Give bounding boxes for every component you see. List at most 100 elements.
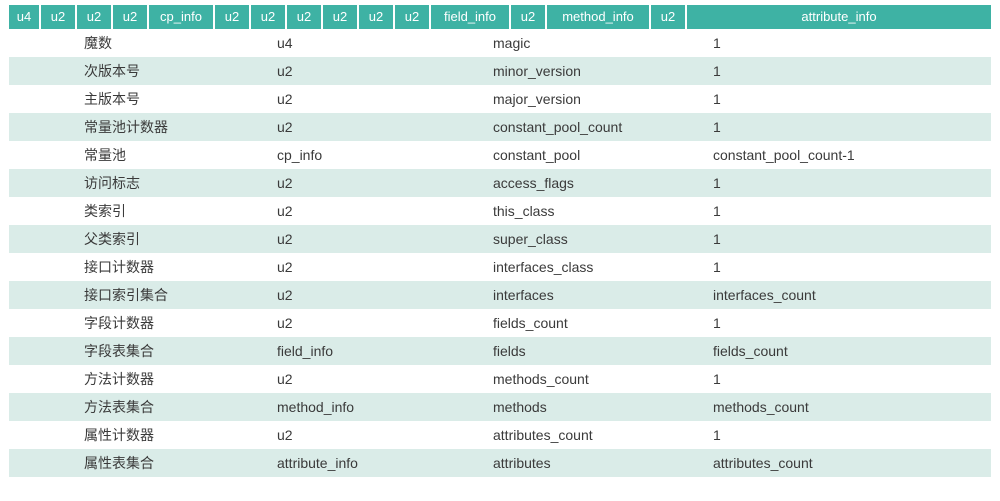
row-type: u2: [277, 309, 493, 337]
row-type: u2: [277, 57, 493, 85]
row-gutter: [9, 421, 84, 449]
header-cell: u2: [215, 5, 251, 29]
row-type: u2: [277, 113, 493, 141]
header-cell: u2: [511, 5, 547, 29]
row-gutter: [9, 225, 84, 253]
header-strip: u4u2u2u2cp_infou2u2u2u2u2u2field_infou2m…: [9, 5, 991, 29]
table-row: 字段计数器u2fields_count1: [9, 309, 991, 337]
row-count: 1: [713, 225, 991, 253]
row-field: interfaces_class: [493, 253, 713, 281]
header-cell: u2: [77, 5, 113, 29]
row-type: attribute_info: [277, 449, 493, 477]
row-type: u2: [277, 85, 493, 113]
row-name-cn: 接口计数器: [84, 253, 277, 281]
row-name-cn: 接口索引集合: [84, 281, 277, 309]
row-field: this_class: [493, 197, 713, 225]
row-gutter: [9, 253, 84, 281]
row-field: attributes: [493, 449, 713, 477]
classfile-table: 魔数u4magic1次版本号u2minor_version1主版本号u2majo…: [9, 29, 991, 477]
header-cell: u2: [651, 5, 687, 29]
row-count: 1: [713, 57, 991, 85]
table-row: 访问标志u2access_flags1: [9, 169, 991, 197]
table-row: 属性计数器u2attributes_count1: [9, 421, 991, 449]
table-row: 父类索引u2super_class1: [9, 225, 991, 253]
header-cell: u2: [251, 5, 287, 29]
row-name-cn: 主版本号: [84, 85, 277, 113]
row-count: constant_pool_count-1: [713, 141, 991, 169]
header-cell: u2: [41, 5, 77, 29]
header-cell: u2: [287, 5, 323, 29]
row-count: fields_count: [713, 337, 991, 365]
table-row: 主版本号u2major_version1: [9, 85, 991, 113]
row-field: constant_pool_count: [493, 113, 713, 141]
table-row: 接口索引集合u2interfacesinterfaces_count: [9, 281, 991, 309]
row-type: u2: [277, 225, 493, 253]
row-field: minor_version: [493, 57, 713, 85]
header-cell: field_info: [431, 5, 511, 29]
table-row: 常量池计数器u2constant_pool_count1: [9, 113, 991, 141]
row-count: 1: [713, 29, 991, 57]
row-name-cn: 字段表集合: [84, 337, 277, 365]
row-field: major_version: [493, 85, 713, 113]
page-root: u4u2u2u2cp_infou2u2u2u2u2u2field_infou2m…: [0, 0, 1000, 482]
table-row: 方法计数器u2methods_count1: [9, 365, 991, 393]
header-cell: u2: [395, 5, 431, 29]
header-cell: u2: [359, 5, 395, 29]
row-count: methods_count: [713, 393, 991, 421]
row-gutter: [9, 197, 84, 225]
row-field: constant_pool: [493, 141, 713, 169]
row-count: 1: [713, 253, 991, 281]
row-gutter: [9, 57, 84, 85]
row-count: interfaces_count: [713, 281, 991, 309]
row-field: fields: [493, 337, 713, 365]
table-row: 类索引u2this_class1: [9, 197, 991, 225]
row-count: 1: [713, 113, 991, 141]
row-name-cn: 父类索引: [84, 225, 277, 253]
row-field: methods_count: [493, 365, 713, 393]
row-gutter: [9, 29, 84, 57]
header-cell: u4: [9, 5, 41, 29]
row-field: methods: [493, 393, 713, 421]
row-field: access_flags: [493, 169, 713, 197]
row-name-cn: 类索引: [84, 197, 277, 225]
row-name-cn: 访问标志: [84, 169, 277, 197]
row-gutter: [9, 113, 84, 141]
row-gutter: [9, 393, 84, 421]
row-gutter: [9, 141, 84, 169]
row-count: 1: [713, 421, 991, 449]
table-row: 接口计数器u2interfaces_class1: [9, 253, 991, 281]
row-name-cn: 常量池计数器: [84, 113, 277, 141]
row-name-cn: 属性计数器: [84, 421, 277, 449]
row-count: 1: [713, 365, 991, 393]
row-gutter: [9, 365, 84, 393]
header-cell: u2: [113, 5, 149, 29]
row-name-cn: 次版本号: [84, 57, 277, 85]
row-field: fields_count: [493, 309, 713, 337]
row-type: u2: [277, 421, 493, 449]
row-count: attributes_count: [713, 449, 991, 477]
row-name-cn: 常量池: [84, 141, 277, 169]
row-field: super_class: [493, 225, 713, 253]
row-gutter: [9, 337, 84, 365]
row-type: field_info: [277, 337, 493, 365]
row-name-cn: 魔数: [84, 29, 277, 57]
row-name-cn: 字段计数器: [84, 309, 277, 337]
header-cell: attribute_info: [687, 5, 991, 29]
row-name-cn: 方法表集合: [84, 393, 277, 421]
row-type: method_info: [277, 393, 493, 421]
header-cell: method_info: [547, 5, 651, 29]
row-type: u2: [277, 197, 493, 225]
table-row: 次版本号u2minor_version1: [9, 57, 991, 85]
row-field: magic: [493, 29, 713, 57]
row-gutter: [9, 449, 84, 477]
row-type: u2: [277, 169, 493, 197]
row-name-cn: 方法计数器: [84, 365, 277, 393]
row-field: interfaces: [493, 281, 713, 309]
row-field: attributes_count: [493, 421, 713, 449]
header-cell: cp_info: [149, 5, 215, 29]
row-name-cn: 属性表集合: [84, 449, 277, 477]
row-gutter: [9, 169, 84, 197]
row-gutter: [9, 85, 84, 113]
row-gutter: [9, 309, 84, 337]
row-count: 1: [713, 309, 991, 337]
